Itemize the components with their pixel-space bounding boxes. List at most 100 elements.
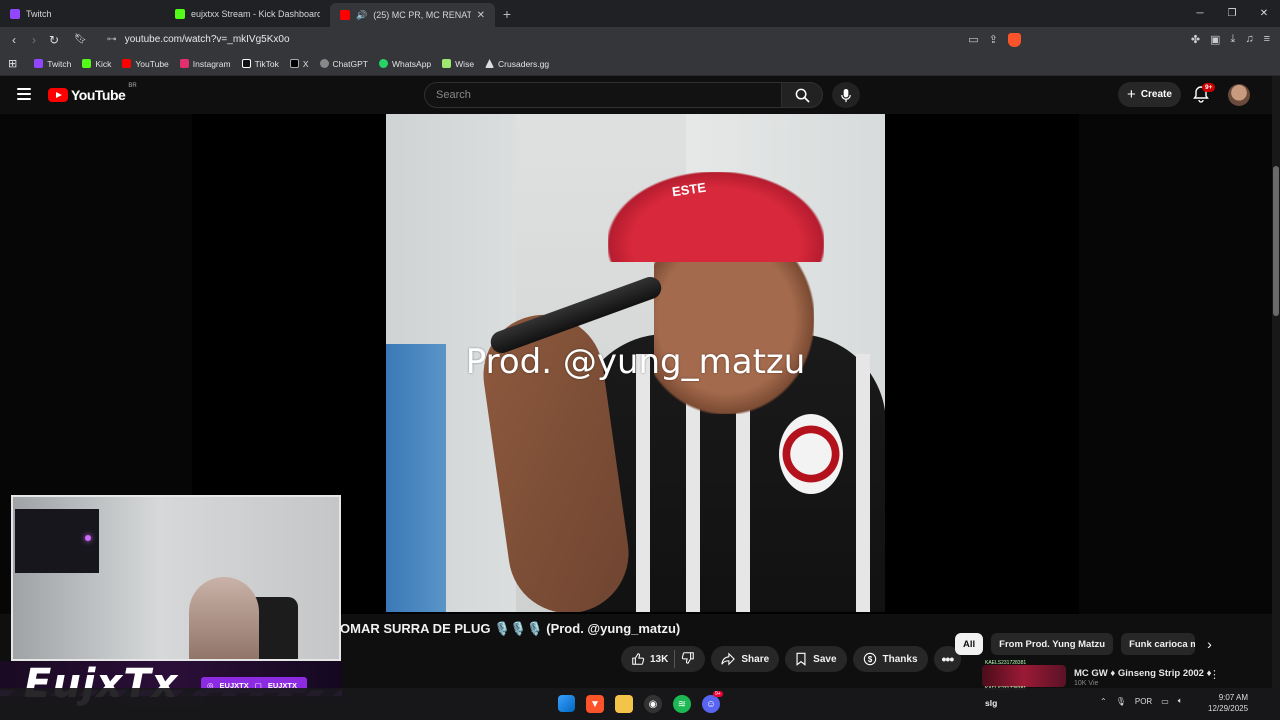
reload-icon[interactable]: ↻ bbox=[44, 33, 64, 47]
taskbar-clock[interactable]: 9:07 AM 12/29/2025 bbox=[1208, 692, 1248, 714]
chip-all[interactable]: All bbox=[955, 633, 984, 655]
scrollbar-thumb[interactable] bbox=[1273, 166, 1279, 316]
streamer bbox=[189, 577, 259, 659]
url-bar[interactable]: 🔖︎ ⊶ youtube.com/watch?v=_mkIVg5Kx0o bbox=[74, 34, 894, 45]
tab-twitch[interactable]: Twitch bbox=[0, 0, 165, 27]
share-page-icon[interactable]: ⇪ bbox=[989, 33, 998, 47]
wallet-icon[interactable]: ▣ bbox=[1210, 33, 1220, 47]
dislike-button[interactable] bbox=[681, 651, 695, 668]
close-tab-icon[interactable]: ✕ bbox=[477, 10, 485, 21]
chip-funk-carioca[interactable]: Funk carioca mu bbox=[1121, 633, 1196, 655]
like-button[interactable]: 13K bbox=[631, 652, 668, 666]
thanks-button[interactable]: $ Thanks bbox=[852, 646, 928, 672]
language-indicator[interactable]: POR bbox=[1135, 697, 1152, 706]
site-info-icon[interactable]: ⊶ bbox=[107, 34, 117, 45]
youtube-play-icon bbox=[48, 88, 68, 102]
background-tv bbox=[15, 509, 99, 573]
create-button[interactable]: + Create bbox=[1118, 82, 1181, 107]
share-button[interactable]: Share bbox=[711, 646, 780, 672]
discord-badge: 9+ bbox=[713, 691, 723, 697]
chevron-right-icon[interactable]: › bbox=[1207, 636, 1212, 652]
brave-shield-icon[interactable] bbox=[1007, 32, 1021, 47]
tab-title: Twitch bbox=[26, 8, 52, 19]
blue-door bbox=[386, 344, 446, 612]
brave-browser-icon[interactable]: ▼ bbox=[586, 695, 604, 713]
kick-icon bbox=[82, 59, 92, 68]
windows-taskbar: slg ▼ ◉ ≋ ☺ 9+ ⌃ 🎙︎ POR ▭ 🔈︎ 9:07 AM 12/2… bbox=[0, 688, 1280, 720]
discord-icon[interactable]: ☺ 9+ bbox=[702, 691, 723, 713]
save-label: Save bbox=[813, 653, 837, 665]
bookmark-twitch[interactable]: Twitch bbox=[34, 59, 71, 69]
bookmark-save-icon bbox=[796, 652, 806, 666]
taskbar-widget-text[interactable]: slg bbox=[985, 698, 997, 708]
extensions-icon[interactable]: ✤ bbox=[1191, 33, 1200, 47]
new-tab-button[interactable]: + bbox=[495, 0, 519, 27]
downloads-icon[interactable]: ⤓ bbox=[1230, 33, 1235, 47]
bookmark-x[interactable]: X bbox=[289, 58, 309, 69]
audio-playing-icon[interactable]: 🔊 bbox=[356, 10, 367, 21]
spotify-icon[interactable]: ≋ bbox=[673, 695, 691, 713]
forward-icon[interactable]: › bbox=[24, 33, 44, 47]
microphone-tray-icon[interactable]: 🎙︎ bbox=[1116, 697, 1126, 706]
instagram-icon bbox=[179, 59, 189, 68]
network-icon[interactable]: ▭ bbox=[1161, 697, 1169, 706]
video-thumbnail[interactable]: ESTE Prod. @yung_matzu bbox=[386, 114, 885, 612]
chip-from-channel[interactable]: From Prod. Yung Matzu bbox=[991, 633, 1114, 655]
address-bar-row: ‹ › ↻ 🔖︎ ⊶ youtube.com/watch?v=_mkIVg5Kx… bbox=[0, 27, 1280, 52]
bookmark-youtube[interactable]: YouTube bbox=[122, 59, 169, 69]
clock-time: 9:07 AM bbox=[1218, 693, 1249, 702]
restore-icon[interactable]: ❐ bbox=[1216, 8, 1248, 19]
tab-kick[interactable]: eujxtxx Stream - Kick Dashboard bbox=[165, 0, 330, 27]
bookmark-tiktok[interactable]: TikTok bbox=[241, 59, 279, 69]
share-label: Share bbox=[741, 653, 770, 665]
file-explorer-icon[interactable] bbox=[615, 695, 633, 713]
tab-title: eujxtxx Stream - Kick Dashboard bbox=[191, 8, 320, 19]
tab-title: (25) MC PR, MC RENATINHO bbox=[373, 10, 471, 20]
bookmark-icon[interactable]: 🔖︎ bbox=[74, 34, 87, 45]
like-count: 13K bbox=[650, 653, 669, 665]
wise-icon bbox=[442, 59, 452, 68]
apps-grid-icon[interactable]: ⊞ bbox=[8, 57, 17, 70]
close-window-icon[interactable]: ✕ bbox=[1248, 8, 1280, 19]
tray-chevron-icon[interactable]: ⌃ bbox=[1100, 697, 1107, 706]
avatar[interactable] bbox=[1228, 84, 1250, 106]
windows-start-icon[interactable] bbox=[558, 695, 575, 712]
guide-menu-icon[interactable] bbox=[17, 88, 31, 100]
bookmark-chatgpt[interactable]: ChatGPT bbox=[319, 59, 368, 69]
red-cap bbox=[608, 172, 824, 262]
x-icon bbox=[289, 59, 299, 68]
voice-search-button[interactable] bbox=[832, 82, 860, 108]
bookmark-label: Twitch bbox=[47, 58, 72, 69]
region-code: BR bbox=[128, 83, 137, 89]
save-button[interactable]: Save bbox=[785, 646, 847, 672]
tab-youtube[interactable]: 🔊 (25) MC PR, MC RENATINHO ✕ bbox=[330, 3, 495, 27]
minimize-icon[interactable]: ─ bbox=[1184, 8, 1216, 19]
youtube-logo[interactable]: YouTube BR bbox=[48, 83, 137, 103]
volume-icon[interactable]: 🔈︎ bbox=[1178, 696, 1183, 706]
related-filter-chips: All From Prod. Yung Matzu Funk carioca m… bbox=[955, 633, 1212, 655]
obs-icon[interactable]: ◉ bbox=[644, 695, 662, 713]
bookmark-instagram[interactable]: Instagram bbox=[179, 59, 231, 69]
notifications-button[interactable]: 9+ bbox=[1192, 83, 1216, 105]
bookmark-wise[interactable]: Wise bbox=[442, 59, 474, 69]
media-icon[interactable]: ♫ bbox=[1245, 33, 1253, 47]
whatsapp-icon bbox=[378, 59, 388, 68]
tiktok-icon bbox=[241, 59, 251, 68]
twitch-icon bbox=[10, 8, 20, 19]
search-input[interactable]: Search bbox=[424, 82, 782, 108]
bookmarks-bar: ⊞ Twitch Kick YouTube Instagram TikTok X… bbox=[0, 52, 1280, 76]
back-icon[interactable]: ‹ bbox=[4, 33, 24, 47]
cast-icon[interactable]: ▭ bbox=[968, 33, 978, 47]
kick-icon bbox=[175, 8, 185, 19]
bookmark-whatsapp[interactable]: WhatsApp bbox=[378, 59, 431, 69]
twitch-icon bbox=[34, 59, 44, 68]
bookmark-kick[interactable]: Kick bbox=[82, 59, 111, 69]
thanks-label: Thanks bbox=[882, 653, 918, 665]
search-button[interactable] bbox=[781, 82, 823, 108]
bookmark-crusaders[interactable]: Crusaders.gg bbox=[485, 59, 549, 69]
create-label: Create bbox=[1140, 89, 1172, 100]
bookmark-label: X bbox=[302, 58, 309, 69]
url-text[interactable]: youtube.com/watch?v=_mkIVg5Kx0o bbox=[125, 34, 290, 45]
page-scrollbar[interactable] bbox=[1272, 76, 1280, 720]
menu-icon[interactable]: ≡ bbox=[1264, 33, 1270, 47]
